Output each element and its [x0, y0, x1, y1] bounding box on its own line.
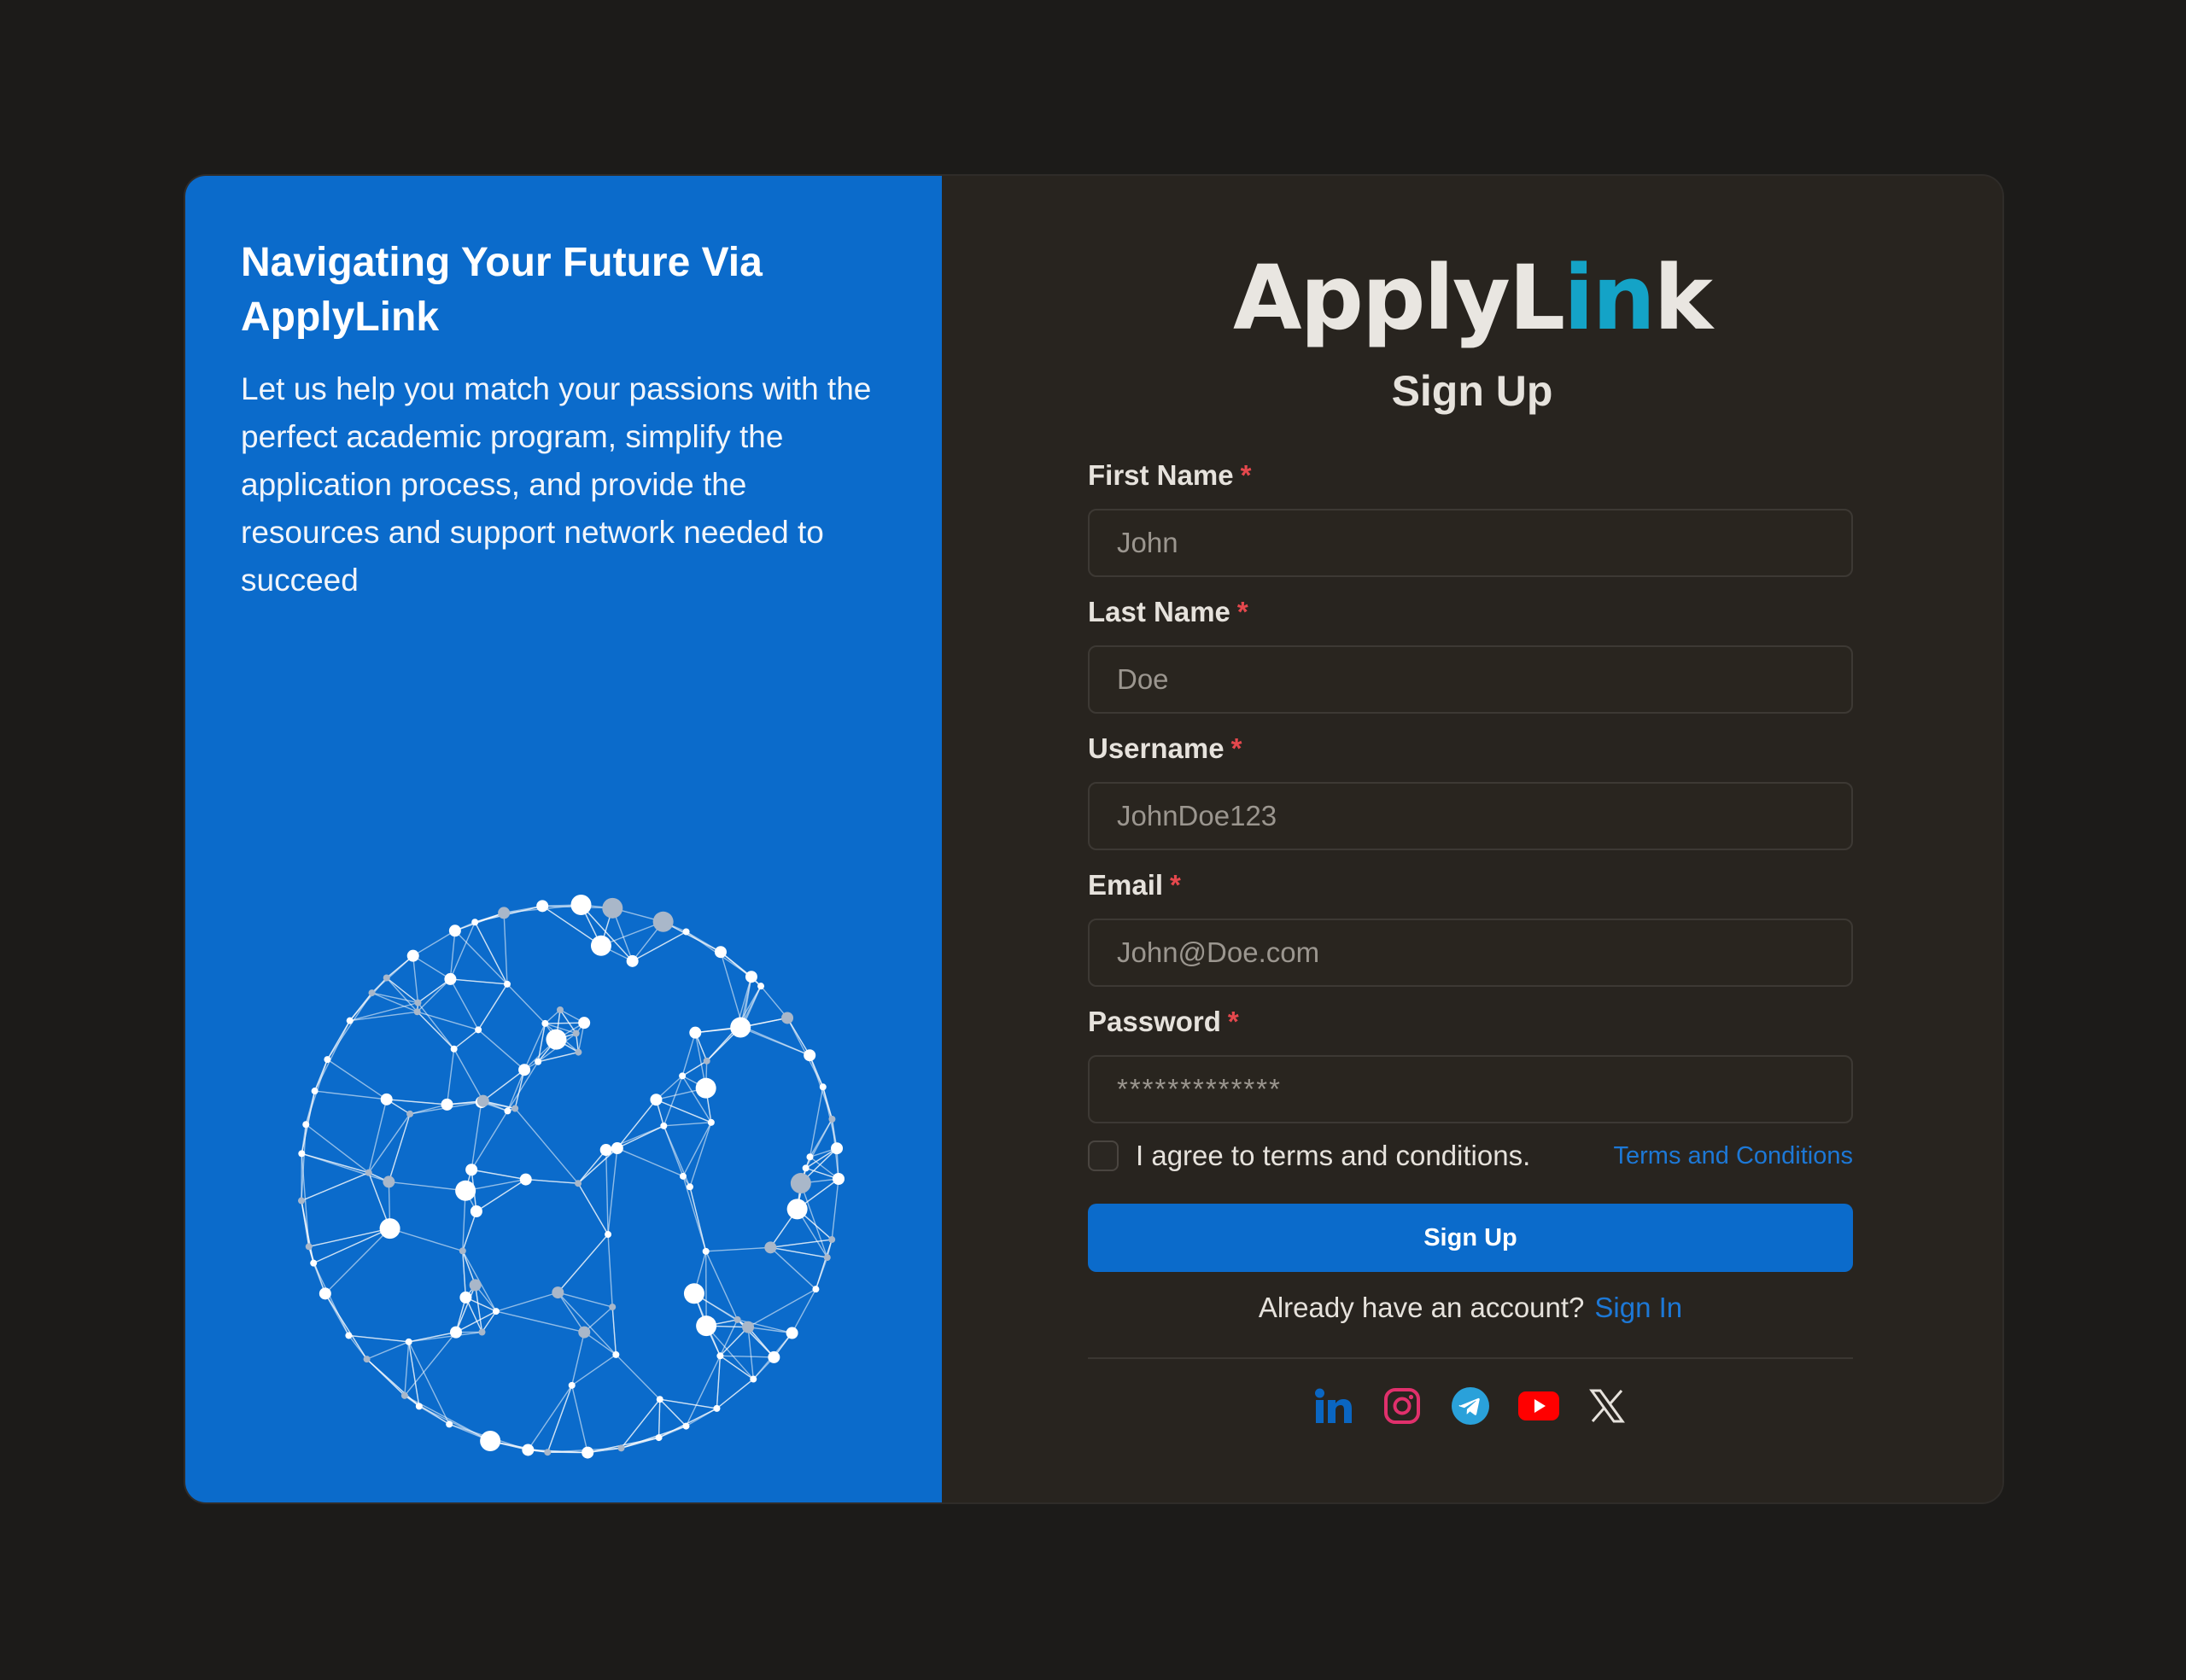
telegram-icon[interactable] — [1450, 1385, 1491, 1426]
signin-row: Already have an account? Sign In — [1088, 1287, 1853, 1328]
required-marker: * — [1227, 1006, 1239, 1037]
terms-link[interactable]: Terms and Conditions — [1614, 1142, 1853, 1170]
sign-up-button[interactable]: Sign Up — [1088, 1204, 1853, 1272]
social-links — [1088, 1385, 1853, 1427]
form-title: Sign Up — [1391, 367, 1553, 415]
logo-accent: in — [1564, 246, 1656, 350]
instagram-icon[interactable] — [1382, 1385, 1423, 1426]
applylink-logo: ApplyLink — [942, 251, 2002, 345]
sign-in-link[interactable]: Sign In — [1594, 1292, 1682, 1323]
signup-card: Navigating Your Future Via ApplyLink Let… — [185, 176, 2002, 1502]
required-marker: * — [1240, 459, 1252, 491]
network-globe-illustration — [297, 894, 845, 1459]
terms-checkbox[interactable] — [1088, 1140, 1119, 1171]
last-name-input[interactable]: Doe — [1088, 645, 1853, 714]
username-label: Username * — [1088, 732, 1242, 764]
password-label: Password * — [1088, 1006, 1239, 1037]
hero-description: Let us help you match your passions with… — [241, 371, 872, 598]
first-name-input[interactable]: John — [1088, 509, 1853, 577]
required-marker: * — [1170, 869, 1181, 901]
x-icon[interactable] — [1587, 1385, 1628, 1426]
first-name-label: First Name * — [1088, 459, 1252, 491]
email-input[interactable]: John@Doe.com — [1088, 919, 1853, 987]
linkedin-icon[interactable] — [1313, 1385, 1354, 1426]
signup-form: First Name * John Last Name * Doe Username… — [1088, 454, 1853, 1427]
logo-suffix: k — [1653, 246, 1713, 350]
required-marker: * — [1230, 732, 1242, 764]
terms-row: I agree to terms and conditions. Terms a… — [1088, 1137, 1853, 1175]
required-marker: * — [1236, 596, 1248, 627]
signin-prompt: Already have an account? — [1258, 1292, 1585, 1323]
form-panel: ApplyLink Sign Up First Name * John Last … — [942, 176, 2002, 1502]
hero-title: Navigating Your Future Via ApplyLink — [241, 240, 763, 340]
terms-agree-text: I agree to terms and conditions. — [1136, 1140, 1531, 1171]
hero-panel: Navigating Your Future Via ApplyLink Let… — [185, 176, 942, 1502]
last-name-label: Last Name * — [1088, 596, 1248, 627]
youtube-icon[interactable] — [1518, 1385, 1559, 1426]
email-label: Email * — [1088, 869, 1181, 901]
logo-prefix: ApplyL — [1233, 246, 1565, 350]
divider — [1088, 1357, 1853, 1359]
username-input[interactable]: JohnDoe123 — [1088, 782, 1853, 850]
password-input[interactable]: ************* — [1088, 1055, 1853, 1123]
